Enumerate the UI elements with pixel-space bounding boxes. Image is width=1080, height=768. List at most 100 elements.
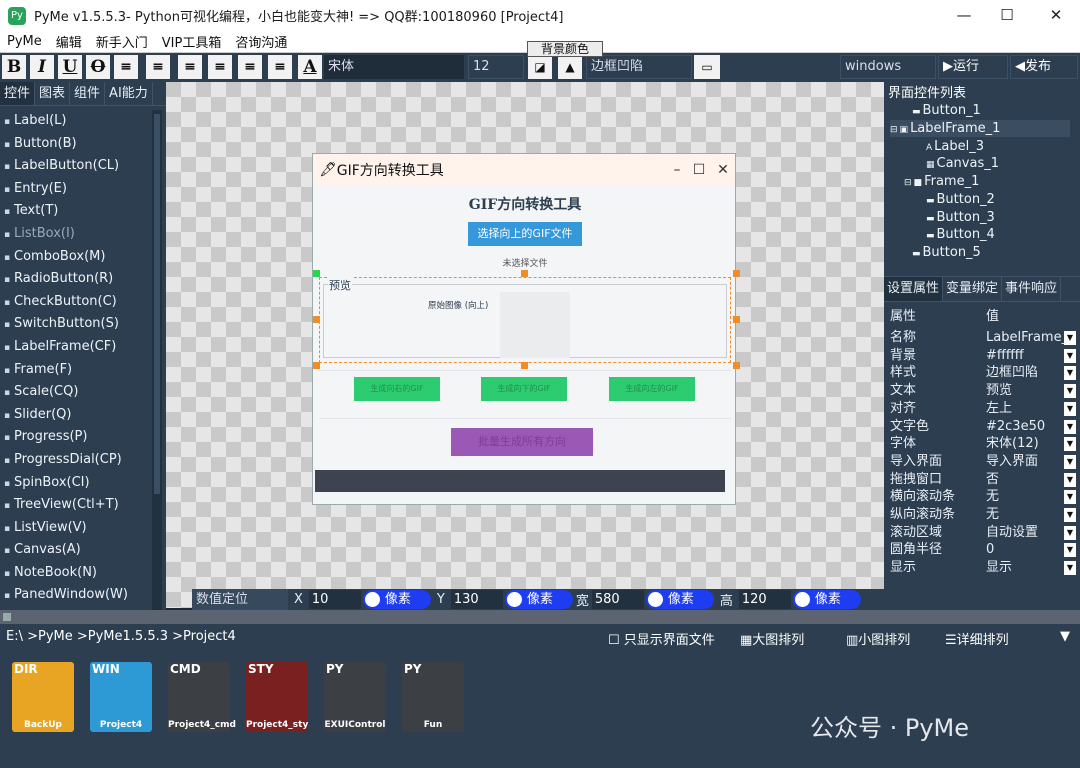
relief-select[interactable]: 边框凹陷 <box>586 55 692 79</box>
property-dropdown-icon[interactable]: ▼ <box>1064 508 1076 522</box>
property-dropdown-icon[interactable]: ▼ <box>1064 419 1076 434</box>
file-project4-win[interactable]: WIN Project4 <box>90 662 152 732</box>
design-minimize-icon[interactable]: – <box>665 154 689 186</box>
property-row[interactable]: 名称 LabelFrame_1▼ <box>890 329 1076 347</box>
property-dropdown-icon[interactable]: ▼ <box>1064 401 1076 416</box>
component-item[interactable]: ▪ Progress(P) <box>0 426 152 449</box>
tree-node-label-3[interactable]: A Label_3 <box>926 138 984 155</box>
property-row[interactable]: 文本 预览 ▼ <box>890 382 1076 400</box>
property-row[interactable]: 纵向滚动条 无 ▼ <box>890 506 1076 524</box>
tab-charts[interactable]: 图表 <box>35 82 71 105</box>
design-heading[interactable]: GIF方向转换工具 <box>313 194 737 214</box>
italic-button[interactable]: I <box>30 55 54 79</box>
property-dropdown-icon[interactable]: ▼ <box>1064 490 1076 505</box>
gen-right-button[interactable]: 生成向右的GIF <box>354 377 440 401</box>
property-dropdown-icon[interactable]: ▼ <box>1064 525 1076 540</box>
property-dropdown-icon[interactable]: ▼ <box>1064 561 1076 576</box>
image-icon[interactable]: ▲ <box>558 55 582 79</box>
status-bar[interactable] <box>315 470 725 492</box>
small-icons-option[interactable]: ▥小图排列 <box>846 629 910 648</box>
publish-button[interactable]: ◀发布 <box>1010 55 1078 79</box>
position-mode-select[interactable]: 数值定位 <box>192 589 288 610</box>
screen-icon[interactable]: ▭ <box>694 55 720 79</box>
component-item[interactable]: ▪ Text(T) <box>0 200 152 223</box>
tab-events[interactable]: 事件响应 <box>1002 277 1062 301</box>
collapse-icon[interactable]: ⊟ <box>890 125 898 135</box>
component-item[interactable]: ▪ Frame(F) <box>0 359 152 382</box>
resize-handle[interactable] <box>313 316 320 323</box>
property-value[interactable]: #2c3e50 <box>986 418 1066 436</box>
align-left-icon[interactable]: ≡ <box>114 55 138 79</box>
font-color-button[interactable]: A <box>298 55 322 79</box>
close-button[interactable]: ✕ <box>1033 0 1079 31</box>
tree-node-labelframe-1[interactable]: ⊟ ▣ LabelFrame_1 <box>890 120 1070 137</box>
align-bottom-icon[interactable]: ≡ <box>268 55 292 79</box>
resize-handle[interactable] <box>521 362 528 369</box>
panel-splitter[interactable] <box>0 610 1080 624</box>
tab-bindings[interactable]: 变量绑定 <box>943 277 1003 301</box>
file-exuicontrol[interactable]: PY EXUIControl <box>324 662 386 732</box>
property-dropdown-icon[interactable]: ▼ <box>1064 331 1076 345</box>
width-unit-toggle[interactable]: 像素 <box>645 590 714 609</box>
collapse-icon[interactable]: ⊟ <box>904 178 912 188</box>
align-right-icon[interactable]: ≡ <box>178 55 202 79</box>
tab-properties[interactable]: 设置属性 <box>884 277 944 301</box>
component-item[interactable]: ▪ NoteBook(N) <box>0 562 152 585</box>
underline-button[interactable]: U <box>58 55 82 79</box>
no-file-label[interactable]: 未选择文件 <box>313 256 737 269</box>
property-value[interactable]: 宋体(12) <box>986 435 1066 453</box>
property-value[interactable]: 边框凹陷 <box>986 364 1066 382</box>
property-value[interactable]: 自动设置 <box>986 524 1066 542</box>
property-row[interactable]: 横向滚动条 无 ▼ <box>890 488 1076 506</box>
component-item[interactable]: ▪ Canvas(A) <box>0 539 152 562</box>
property-row[interactable]: 拖拽窗口 否 ▼ <box>890 471 1076 489</box>
property-value[interactable]: 左上 <box>986 400 1066 418</box>
component-item[interactable]: ▪ ProgressDial(CP) <box>0 449 152 472</box>
detail-option[interactable]: ☰详细排列 <box>945 629 1009 648</box>
file-project4-cmd[interactable]: CMD Project4_cmd <box>168 662 236 732</box>
component-item[interactable]: ▪ ListBox(I) <box>0 223 152 246</box>
minimize-button[interactable]: — <box>941 0 987 31</box>
resize-handle[interactable] <box>521 270 528 277</box>
property-row[interactable]: 对齐 左上 ▼ <box>890 400 1076 418</box>
component-item[interactable]: ▪ ComboBox(M) <box>0 246 152 269</box>
gen-down-button[interactable]: 生成向下的GIF <box>481 377 567 401</box>
property-dropdown-icon[interactable]: ▼ <box>1064 437 1076 452</box>
tab-components[interactable]: 组件 <box>70 82 106 105</box>
component-item[interactable]: ▪ ListView(V) <box>0 517 152 540</box>
component-item[interactable]: ▪ SpinBox(CI) <box>0 472 152 495</box>
height-input[interactable]: 120 <box>738 590 791 609</box>
property-row[interactable]: 导入界面 导入界面 ▼ <box>890 453 1076 471</box>
property-value[interactable]: 导入界面 <box>986 453 1066 471</box>
resize-handle[interactable] <box>733 316 740 323</box>
component-item[interactable]: ▪ PanedWindow(W) <box>0 584 152 607</box>
only-ui-checkbox[interactable]: ☐ 只显示界面文件 <box>608 629 715 648</box>
property-row[interactable]: 文字色 #2c3e50 ▼ <box>890 418 1076 436</box>
component-item[interactable]: ▪ SwitchButton(S) <box>0 313 152 336</box>
property-row[interactable]: 背景 #ffffff ▼ <box>890 347 1076 365</box>
tree-node-canvas-1[interactable]: ▦ Canvas_1 <box>926 155 999 172</box>
run-button[interactable]: ▶运行 <box>938 55 1008 79</box>
property-value[interactable]: 无 <box>986 506 1066 524</box>
tree-node-button-3[interactable]: ▬ Button_3 <box>926 209 995 226</box>
original-image-label[interactable]: 原始图像 (向上) <box>428 299 488 311</box>
menu-beginner[interactable]: 新手入门 <box>89 32 155 51</box>
large-icons-option[interactable]: ▦大图排列 <box>740 629 804 648</box>
align-middle-icon[interactable]: ≡ <box>238 55 262 79</box>
component-item[interactable]: ▪ LabelButton(CL) <box>0 155 152 178</box>
property-row[interactable]: 字体 宋体(12) ▼ <box>890 435 1076 453</box>
property-row[interactable]: 样式 边框凹陷 ▼ <box>890 364 1076 382</box>
component-item[interactable]: ▪ CheckButton(C) <box>0 291 152 314</box>
property-dropdown-icon[interactable]: ▼ <box>1064 543 1076 558</box>
property-value[interactable]: 显示 <box>986 559 1066 577</box>
property-value[interactable]: LabelFrame_1 <box>986 329 1066 347</box>
design-window[interactable]: 🖋 GIF方向转换工具 – ☐ ✕ GIF方向转换工具 选择向上的GIF文件 未… <box>312 153 740 505</box>
menu-vip-tools[interactable]: VIP工具箱 <box>155 32 229 51</box>
component-item[interactable]: ▪ Scale(CQ) <box>0 381 152 404</box>
preview-canvas[interactable] <box>500 292 570 358</box>
menu-edit[interactable]: 编辑 <box>49 32 89 51</box>
property-value[interactable]: 0 <box>986 541 1066 559</box>
y-unit-toggle[interactable]: 像素 <box>504 590 573 609</box>
strikethrough-button[interactable]: O <box>86 55 110 79</box>
select-gif-button[interactable]: 选择向上的GIF文件 <box>468 222 582 246</box>
